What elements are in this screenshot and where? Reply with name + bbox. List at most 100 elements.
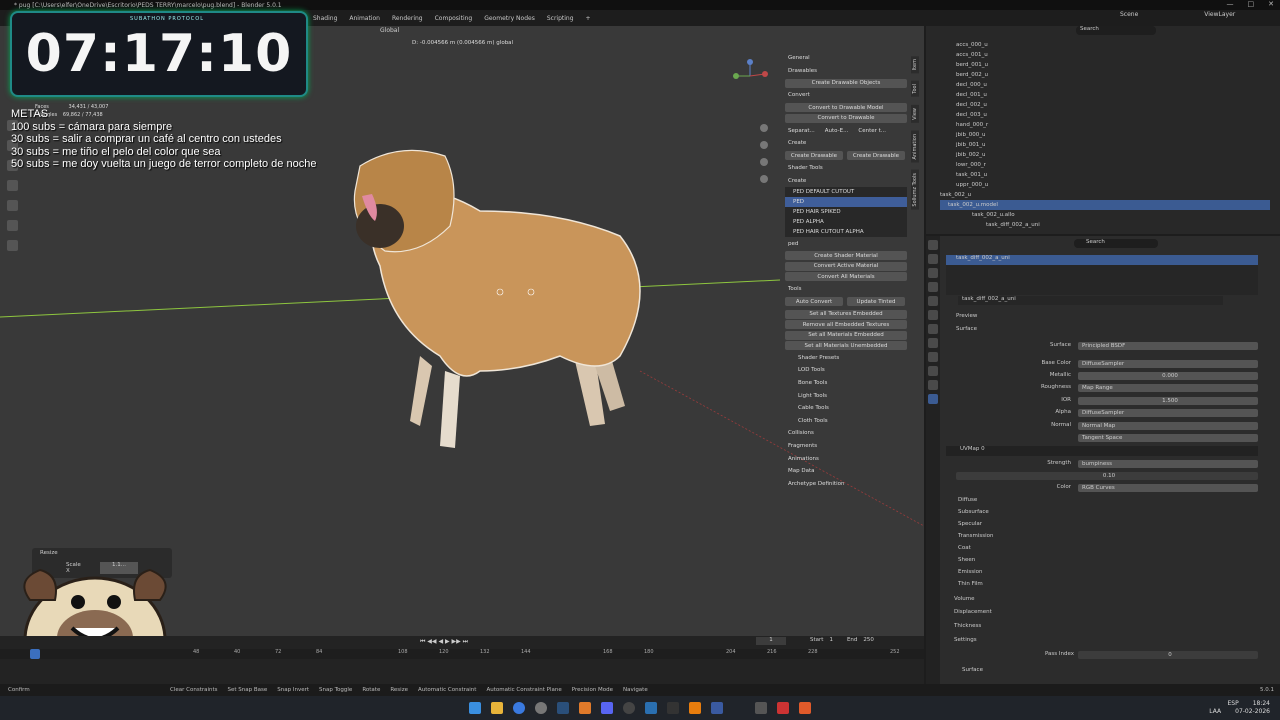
convert-to-drawable-model-button[interactable]: Convert to Drawable Model	[785, 103, 907, 113]
app-icon[interactable]	[711, 702, 723, 714]
list-item[interactable]: PED ALPHA	[785, 217, 907, 227]
language-indicator[interactable]: ESP	[1227, 700, 1238, 708]
tab-sollumz-tools[interactable]: Sollumz Tools	[911, 170, 919, 211]
list-item[interactable]: accs_000_u	[956, 40, 1256, 50]
world-props-icon[interactable]	[928, 310, 938, 320]
section-sheen[interactable]: Sheen	[958, 557, 975, 563]
section-settings[interactable]: Settings	[954, 637, 977, 643]
section-preview[interactable]: Preview	[956, 313, 977, 319]
timeline[interactable]: ⏮ ◀◀ ◀ ▶ ▶▶ ⏭ 1 Start 1 End 250 48 40 72…	[0, 636, 924, 684]
scale-tool-icon[interactable]	[7, 200, 18, 211]
set-all-textures-embedded-button[interactable]: Set all Textures Embedded	[785, 309, 907, 319]
section-volume[interactable]: Volume	[954, 596, 974, 602]
list-item[interactable]: berd_002_u	[956, 70, 1256, 80]
color-field[interactable]: RGB Curves	[1078, 484, 1258, 492]
create-drawable-button[interactable]: Create Drawable	[785, 151, 843, 161]
section-lod-tools[interactable]: LOD Tools	[782, 364, 910, 377]
convert-to-drawable-button[interactable]: Convert to Drawable	[785, 113, 907, 123]
constraint-props-icon[interactable]	[928, 366, 938, 376]
render-props-icon[interactable]	[928, 254, 938, 264]
pass-index-field[interactable]: 0	[1078, 651, 1258, 659]
output-props-icon[interactable]	[928, 268, 938, 278]
convert-all-materials-button[interactable]: Convert All Materials	[785, 272, 907, 282]
section-collisions[interactable]: Collisions	[782, 427, 910, 440]
tool-props-icon[interactable]	[928, 240, 938, 250]
tab-compositing[interactable]: Compositing	[432, 14, 476, 23]
list-item[interactable]: task_001_u	[956, 170, 1256, 180]
tab-rendering[interactable]: Rendering	[389, 14, 426, 23]
current-frame-field[interactable]: 1	[756, 637, 786, 645]
create-drawable-objects-button[interactable]: Create Drawable Objects	[785, 78, 907, 88]
section-animations[interactable]: Animations	[782, 452, 910, 465]
windows-start-icon[interactable]	[469, 702, 481, 714]
convert-active-material-button[interactable]: Convert Active Material	[785, 261, 907, 271]
section-fragments[interactable]: Fragments	[782, 440, 910, 453]
create-shader-material-button[interactable]: Create Shader Material	[785, 251, 907, 261]
tangent-space-dropdown[interactable]: Tangent Space	[1078, 434, 1258, 442]
tab-scripting[interactable]: Scripting	[544, 14, 577, 23]
center-checkbox[interactable]: Center t...	[858, 128, 886, 134]
section-cloth-tools[interactable]: Cloth Tools	[782, 415, 910, 428]
grid-toggle-icon[interactable]	[760, 175, 768, 183]
list-item[interactable]: task_002_u.allo	[972, 210, 1256, 220]
list-item[interactable]: uppr_000_u	[956, 180, 1256, 190]
section-surface[interactable]: Surface	[956, 326, 977, 332]
maximize-icon[interactable]: □	[1248, 0, 1255, 8]
camera-icon[interactable]	[760, 158, 768, 166]
surface-shader-field[interactable]: Principled BSDF	[1078, 342, 1258, 350]
list-item[interactable]: decl_001_u	[956, 90, 1256, 100]
list-item[interactable]: berd_001_u	[956, 60, 1256, 70]
auto-convert-button[interactable]: Auto Convert	[785, 297, 843, 307]
normal-field[interactable]: Normal Map	[1078, 422, 1258, 430]
start-field[interactable]: 1	[829, 637, 833, 643]
app-icon[interactable]	[799, 702, 811, 714]
add-workspace-button[interactable]: +	[583, 14, 594, 23]
pan-hand-icon[interactable]	[760, 141, 768, 149]
list-item[interactable]: jbib_001_u	[956, 140, 1256, 150]
section-emission[interactable]: Emission	[958, 569, 982, 575]
tab-tool[interactable]: Tool	[911, 81, 919, 98]
list-item[interactable]: hand_000_r	[956, 120, 1256, 130]
list-item[interactable]: accs_001_u	[956, 50, 1256, 60]
strength-field[interactable]: bumpiness	[1078, 460, 1258, 468]
material-props-icon[interactable]	[928, 394, 938, 404]
app-icon[interactable]	[755, 702, 767, 714]
viewlayer-name[interactable]: ViewLayer	[1204, 11, 1235, 18]
app-icon[interactable]	[579, 702, 591, 714]
list-item[interactable]: jbib_000_u	[956, 130, 1256, 140]
scene-props-icon[interactable]	[928, 296, 938, 306]
section-thin-film[interactable]: Thin Film	[958, 581, 983, 587]
uvmap-row[interactable]: UVMap 0	[946, 446, 1258, 456]
list-item[interactable]: lowr_000_r	[956, 160, 1256, 170]
keyboard-layout[interactable]: LAA	[1209, 708, 1221, 716]
section-shader-presets[interactable]: Shader Presets	[782, 352, 910, 365]
properties-search[interactable]: Search	[1074, 239, 1158, 248]
section-coat[interactable]: Coat	[958, 545, 971, 551]
list-item[interactable]: PED HAIR SPIKED	[785, 207, 907, 217]
section-cable-tools[interactable]: Cable Tools	[782, 402, 910, 415]
orientation-dropdown[interactable]: Global	[380, 27, 399, 34]
end-field[interactable]: 250	[863, 637, 874, 643]
terminal-icon[interactable]	[667, 702, 679, 714]
metallic-field[interactable]: 0.000	[1078, 372, 1258, 380]
section-drawables[interactable]: Drawables	[782, 65, 910, 78]
list-item-selected[interactable]: task_002_u.model	[940, 200, 1270, 210]
section-displacement[interactable]: Displacement	[954, 609, 992, 615]
list-item[interactable]: PED HAIR CUTOUT ALPHA	[785, 227, 907, 237]
close-icon[interactable]: ✕	[1268, 0, 1274, 8]
tab-animation-side[interactable]: Animation	[911, 130, 919, 163]
auto-embed-checkbox[interactable]: Auto-E...	[825, 128, 849, 134]
create-drawable-button-2[interactable]: Create Drawable	[847, 151, 905, 161]
list-item[interactable]: PED DEFAULT CUTOUT	[785, 187, 907, 197]
list-item[interactable]: decl_000_u	[956, 80, 1256, 90]
section-map-data[interactable]: Map Data	[782, 465, 910, 478]
section-settings-surface[interactable]: Surface	[962, 667, 983, 673]
clock-date[interactable]: 07-02-2026	[1235, 708, 1270, 716]
discord-icon[interactable]	[601, 702, 613, 714]
scene-name[interactable]: Scene	[1120, 11, 1138, 18]
app-icon[interactable]	[535, 702, 547, 714]
tab-animation[interactable]: Animation	[346, 14, 383, 23]
timeline-ruler[interactable]: 48 40 72 84 108 120 132 144 168 180 204 …	[0, 649, 924, 659]
tab-shading[interactable]: Shading	[310, 14, 340, 23]
file-explorer-icon[interactable]	[491, 702, 503, 714]
